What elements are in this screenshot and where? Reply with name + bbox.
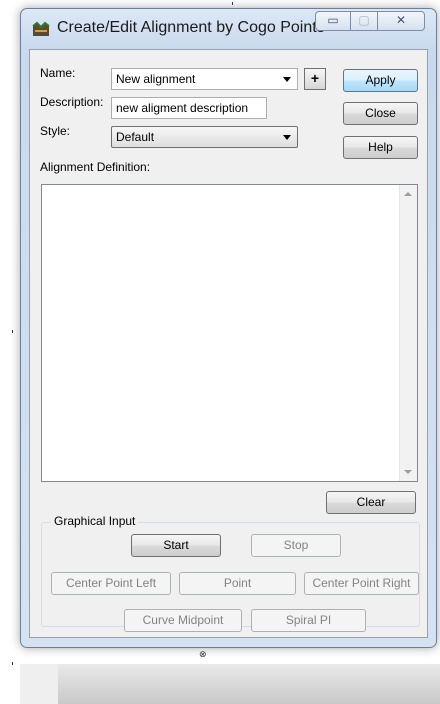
style-value: Default (116, 130, 155, 144)
center-point-right-button[interactable]: Center Point Right (304, 572, 419, 595)
stop-button[interactable]: Stop (251, 534, 341, 557)
style-combobox[interactable]: Default (111, 126, 298, 148)
description-input[interactable]: new aligment description (111, 97, 267, 119)
spiral-pi-button[interactable]: Spiral PI (251, 609, 366, 632)
curve-midpoint-button[interactable]: Curve Midpoint (124, 609, 242, 632)
reflection-highlight (20, 664, 58, 704)
center-point-left-button[interactable]: Center Point Left (51, 572, 171, 595)
apply-button[interactable]: Apply (343, 69, 418, 92)
chevron-down-icon[interactable] (283, 135, 291, 140)
pick-point-icon: + (310, 70, 320, 86)
graphical-input-title: Graphical Input (51, 514, 139, 528)
maximize-button: ▢ (351, 11, 377, 31)
title-bar[interactable]: Create/Edit Alignment by Cogo Points ▭ ▢… (21, 9, 436, 49)
minimize-icon: ▭ (327, 13, 339, 27)
clear-button[interactable]: Clear (326, 491, 416, 514)
name-value: New alignment (116, 72, 196, 86)
description-value: new aligment description (116, 101, 249, 115)
close-button[interactable]: Close (343, 102, 418, 125)
window-title: Create/Edit Alignment by Cogo Points (57, 19, 325, 36)
close-window-button[interactable]: ✕ (377, 11, 425, 31)
vertical-scrollbar[interactable] (399, 185, 417, 481)
name-label: Name: (40, 66, 76, 80)
size-grip-icon[interactable]: ⊗ (199, 649, 207, 660)
scroll-down-icon[interactable] (404, 470, 412, 474)
edge-mark (232, 2, 233, 5)
alignment-definition-label: Alignment Definition: (40, 160, 151, 174)
alignment-definition-list[interactable] (41, 184, 418, 482)
maximize-icon: ▢ (358, 13, 370, 27)
style-label: Style: (40, 124, 71, 138)
point-button[interactable]: Point (179, 572, 296, 595)
chevron-down-icon[interactable] (283, 77, 291, 82)
start-button[interactable]: Start (131, 534, 221, 557)
description-label: Description: (40, 95, 104, 109)
minimize-button[interactable]: ▭ (315, 11, 351, 31)
dialog-window: Create/Edit Alignment by Cogo Points ▭ ▢… (20, 8, 437, 648)
edge-mark (12, 662, 13, 665)
dialog-client-area: Name: New alignment + Description: new a… (29, 49, 428, 638)
help-button[interactable]: Help (343, 136, 418, 159)
page: Create/Edit Alignment by Cogo Points ▭ ▢… (0, 0, 440, 704)
window-reflection (20, 664, 440, 704)
edge-mark (12, 330, 13, 333)
name-combobox[interactable]: New alignment (111, 68, 298, 90)
scroll-up-icon[interactable] (404, 192, 412, 196)
pick-point-button[interactable]: + (304, 68, 326, 90)
close-icon: ✕ (395, 13, 407, 27)
alignment-app-icon (32, 21, 50, 37)
